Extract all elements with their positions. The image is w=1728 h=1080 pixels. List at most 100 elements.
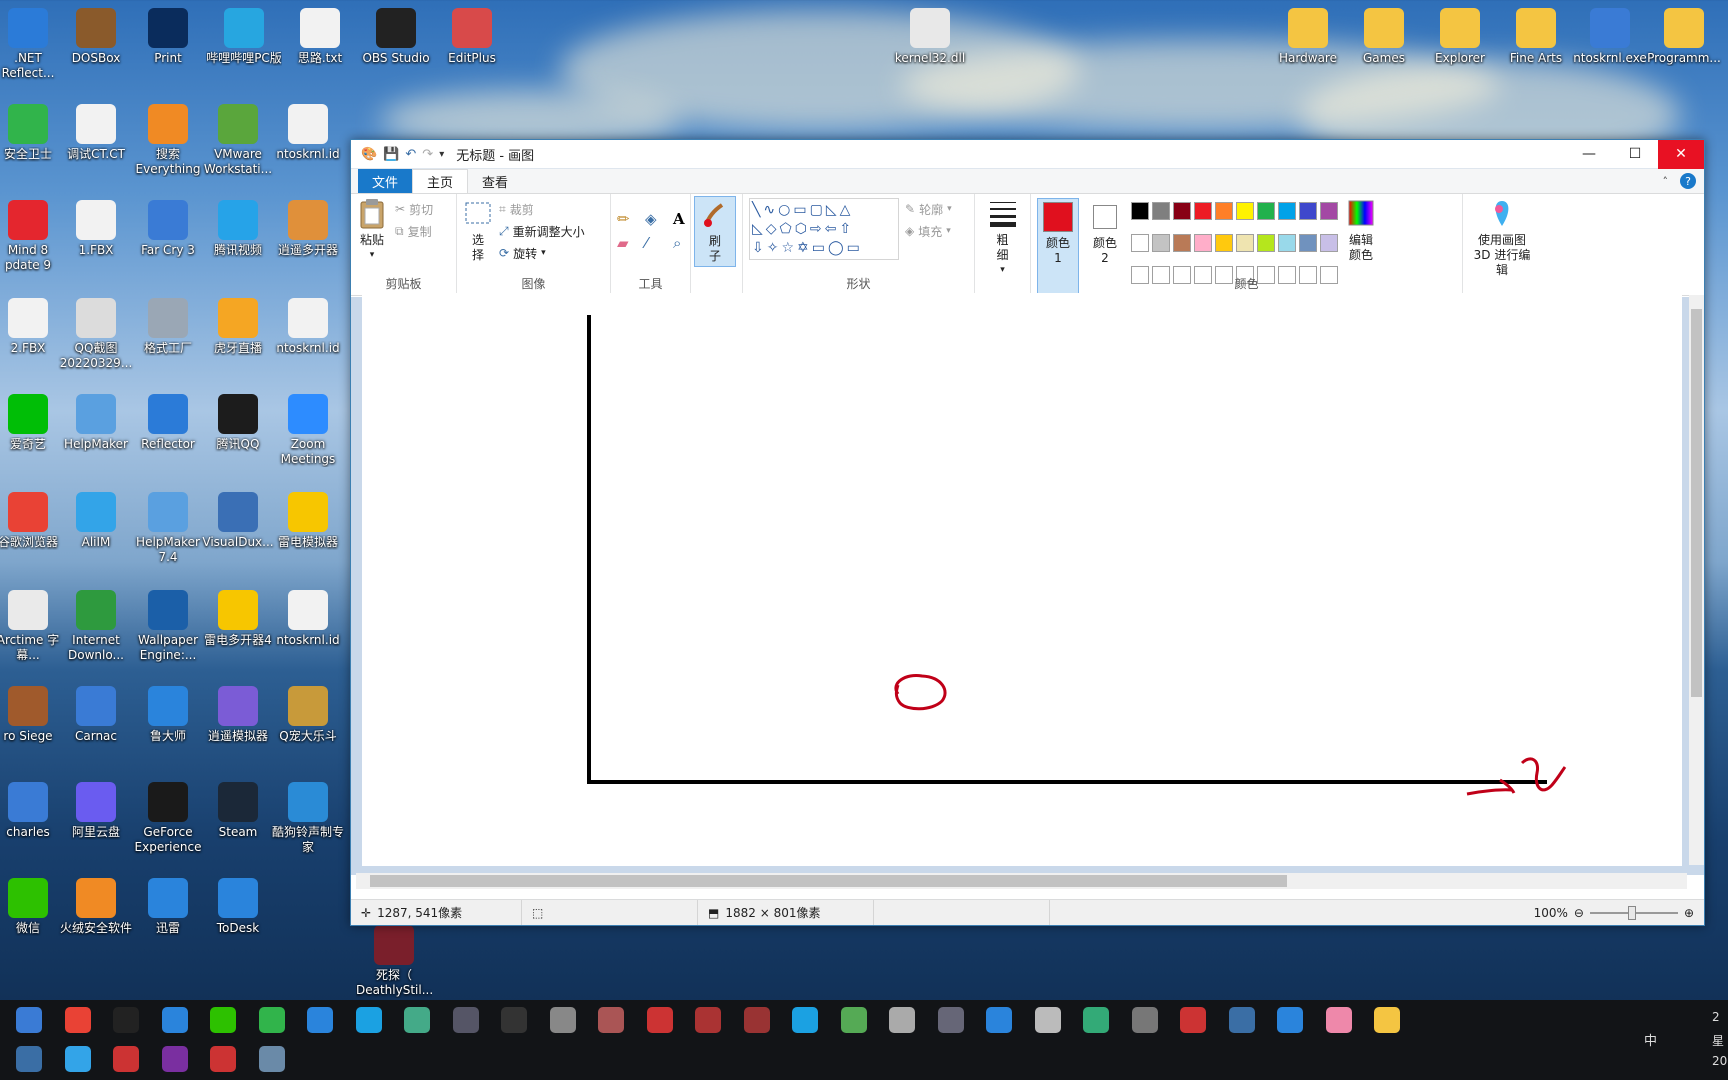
desktop-icon[interactable]: 阿里云盘 [58, 782, 134, 840]
taskbar-run-icon[interactable] [889, 1007, 915, 1033]
clock-day[interactable]: 星 [1712, 1032, 1724, 1049]
save-icon[interactable]: 💾 [383, 147, 399, 162]
desktop-icon[interactable]: 酷狗铃声制专家 [270, 782, 346, 855]
taskbar-file-manager-icon[interactable] [16, 1007, 42, 1033]
palette-swatch[interactable] [1194, 202, 1212, 220]
desktop-icon[interactable]: 爱奇艺 [0, 394, 66, 452]
zoom-slider[interactable] [1589, 905, 1678, 920]
desktop-icon[interactable]: ntoskrnl.exe [1572, 8, 1648, 66]
shapes-gallery[interactable]: ╲∿○▭▢◺△ ◺◇⬠⬡⇨⇦⇧ ⇩✧☆✡▭◯▭ [749, 198, 899, 260]
desktop-icon[interactable]: HelpMaker 7.4 [130, 492, 206, 565]
taskbar-obs-icon[interactable] [501, 1007, 527, 1033]
taskbar-green-app-icon[interactable] [258, 1007, 285, 1033]
help-icon[interactable]: ? [1680, 173, 1696, 189]
taskbar-chrome-icon[interactable] [64, 1007, 91, 1033]
palette-swatch[interactable] [1173, 202, 1191, 220]
desktop-icon[interactable]: Far Cry 3 [130, 200, 206, 258]
palette-swatch[interactable] [1257, 234, 1275, 252]
desktop-icon[interactable]: 逍遥模拟器 [200, 686, 276, 744]
taskbar-ar-icon[interactable] [113, 1046, 139, 1072]
redo-icon[interactable]: ↷ [422, 147, 433, 162]
taskbar-security-icon[interactable] [1034, 1007, 1061, 1033]
paint-app-icon[interactable]: 🎨 [361, 147, 377, 162]
palette-swatch[interactable] [1173, 234, 1191, 252]
palette-swatch[interactable] [1278, 234, 1296, 252]
taskbar-k-app-icon[interactable] [307, 1007, 333, 1033]
desktop-icon[interactable]: 死探（ DeathlyStil... [356, 925, 432, 998]
desktop-icon[interactable]: ro Siege [0, 686, 66, 744]
ime-indicator[interactable]: 中 [1644, 1030, 1657, 1049]
palette-swatch[interactable] [1236, 234, 1254, 252]
clock-year[interactable]: 202 [1712, 1054, 1728, 1068]
desktop-icon[interactable]: Q宠大乐斗 [270, 686, 346, 744]
fill-button[interactable]: ◈ 填充 ▾ [905, 220, 952, 242]
palette-swatch[interactable] [1215, 234, 1233, 252]
desktop-icon[interactable]: Hardware [1270, 8, 1346, 66]
title-bar[interactable]: 🎨 💾 ↶ ↷ ▾ 无标题 - 画图 — ☐ ✕ [351, 139, 1704, 169]
taskbar-vs-icon[interactable] [16, 1046, 42, 1072]
vertical-scrollbar[interactable] [1689, 295, 1704, 865]
desktop-icon[interactable]: DOSBox [58, 8, 134, 66]
palette-swatch[interactable] [1320, 234, 1338, 252]
desktop-icon[interactable]: 思路.txt [282, 8, 358, 66]
horizontal-scroll-thumb[interactable] [370, 875, 1287, 887]
taskbar-remote-icon[interactable] [1083, 1007, 1109, 1033]
palette-swatch[interactable] [1215, 202, 1233, 220]
taskbar-edge-icon[interactable] [792, 1007, 818, 1033]
desktop-icon[interactable]: 鲁大师 [130, 686, 206, 744]
rotate-button[interactable]: ⟳ 旋转 ▾ [499, 242, 585, 264]
taskbar-wechat-icon[interactable] [210, 1007, 236, 1033]
clock-hour[interactable]: 2 [1712, 1010, 1720, 1024]
tab-home[interactable]: 主页 [412, 169, 469, 193]
palette-swatch[interactable] [1236, 202, 1254, 220]
taskbar-paint-icon[interactable] [258, 1046, 285, 1072]
desktop-icon[interactable]: 安全卫士 [0, 104, 66, 162]
desktop-icon[interactable]: 2.FBX [0, 298, 66, 356]
desktop-icon[interactable]: HelpMaker [58, 394, 134, 452]
minimize-button[interactable]: — [1566, 140, 1612, 169]
palette-swatch[interactable] [1131, 234, 1149, 252]
color-picker-icon[interactable]: ⁄ [645, 234, 667, 252]
taskbar-cat-icon[interactable] [452, 1007, 479, 1033]
desktop-icon[interactable]: kernel32.dll [892, 8, 968, 66]
maximize-button[interactable]: ☐ [1612, 140, 1658, 169]
desktop-icon[interactable]: Mind 8 pdate 9 [0, 200, 66, 273]
drawing-canvas[interactable] [362, 293, 1682, 866]
desktop-icon[interactable]: ntoskrnl.id [270, 104, 346, 162]
desktop-icon[interactable]: 格式工厂 [130, 298, 206, 356]
desktop-icon[interactable]: Games [1346, 8, 1422, 66]
close-button[interactable]: ✕ [1658, 139, 1704, 169]
taskbar-car-icon[interactable] [1131, 1007, 1158, 1033]
taskbar-folder-icon[interactable] [1374, 1007, 1400, 1033]
desktop-icon[interactable]: 哔哩哔哩PC版 [206, 8, 282, 66]
desktop-icon[interactable]: AliIM [58, 492, 134, 550]
desktop-icon[interactable]: Print [130, 8, 206, 66]
desktop-icon[interactable]: ntoskrnl.id [270, 298, 346, 356]
zoom-slider-thumb[interactable] [1627, 905, 1636, 920]
desktop-icon[interactable]: ntoskrnl.id [270, 590, 346, 648]
size-button[interactable]: 粗细 ▾ [981, 198, 1024, 278]
palette-swatch[interactable] [1320, 202, 1338, 220]
desktop-icon[interactable]: charles [0, 782, 66, 840]
palette-swatch[interactable] [1299, 202, 1317, 220]
tab-file[interactable]: 文件 [358, 169, 413, 193]
select-button[interactable]: 选择 [463, 198, 493, 264]
desktop-icon[interactable]: Arctime 字幕... [0, 590, 66, 663]
desktop-icon[interactable]: 雷电多开器4 [200, 590, 276, 648]
cut-button[interactable]: ✂ 剪切 [395, 198, 433, 220]
taskbar-avatar-icon[interactable] [646, 1007, 673, 1033]
desktop-icon[interactable]: ToDesk [200, 878, 276, 936]
desktop-icon[interactable]: 1.FBX [58, 200, 134, 258]
desktop-icon[interactable]: Reflector [130, 394, 206, 452]
desktop-icon[interactable]: 腾讯QQ [200, 394, 276, 452]
palette-swatch[interactable] [1194, 234, 1212, 252]
palette-swatch[interactable] [1257, 202, 1275, 220]
desktop-icon[interactable]: 雷电模拟器 [270, 492, 346, 550]
desktop-icon[interactable]: .NET Reflect... [0, 8, 66, 81]
taskbar-isp-icon[interactable] [1277, 1007, 1303, 1033]
taskbar-building-icon[interactable] [1228, 1007, 1255, 1033]
taskbar-avatar-icon[interactable] [598, 1007, 624, 1033]
crop-button[interactable]: ⌗ 裁剪 [499, 198, 585, 220]
paste-button[interactable]: 粘贴 ▾ [357, 198, 387, 263]
taskbar-xunlei-icon[interactable] [986, 1007, 1012, 1033]
